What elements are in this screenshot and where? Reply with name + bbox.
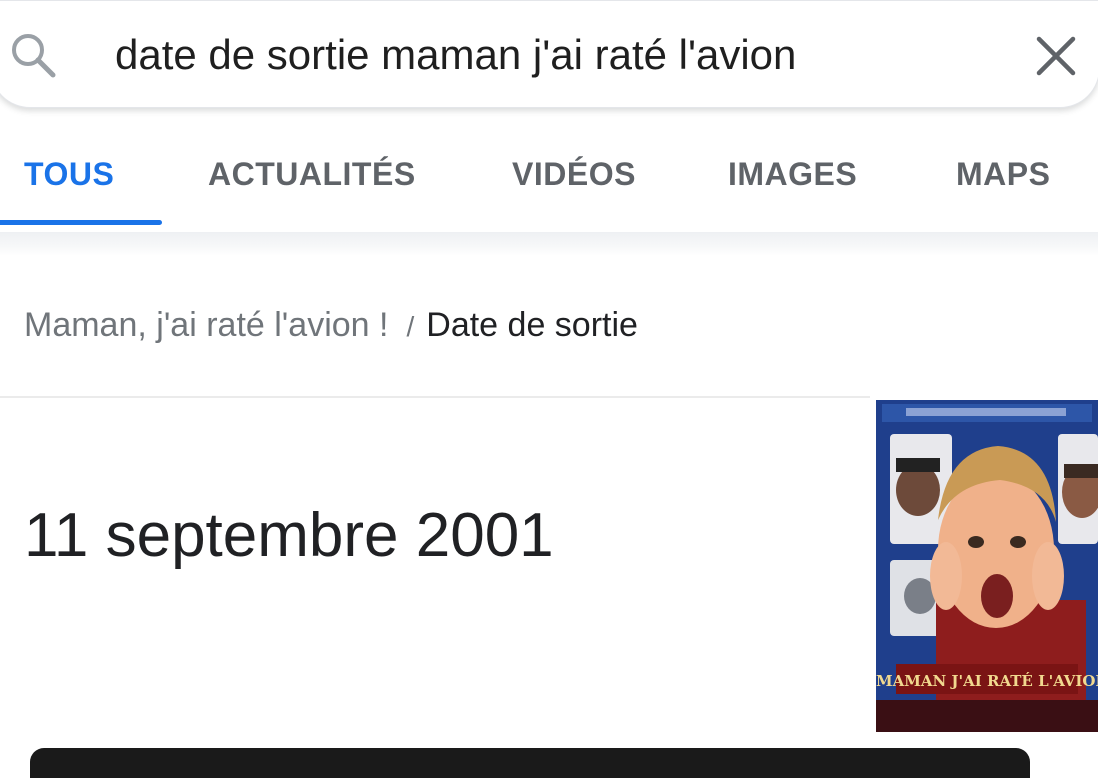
movie-poster-image[interactable]: MAMAN J'AI RATÉ L'AVION	[876, 400, 1098, 732]
breadcrumb-parent-link[interactable]: Maman, j'ai raté l'avion !	[24, 306, 388, 344]
divider	[0, 396, 870, 398]
tab-tous[interactable]: TOUS	[24, 156, 114, 193]
answer-release-date: 11 septembre 2001	[24, 501, 554, 570]
poster-title-text: MAMAN J'AI RATÉ L'AVION	[876, 672, 1098, 690]
tab-videos[interactable]: VIDÉOS	[512, 156, 636, 193]
active-tab-indicator	[0, 220, 162, 225]
tabs-divider	[0, 232, 1098, 256]
tab-actualites[interactable]: ACTUALITÉS	[208, 156, 416, 193]
tab-maps[interactable]: MAPS	[956, 156, 1050, 193]
tab-images[interactable]: IMAGES	[728, 156, 857, 193]
search-input[interactable]: date de sortie maman j'ai raté l'avion	[115, 29, 796, 81]
search-tabs: TOUS ACTUALITÉS VIDÉOS IMAGES MAPS	[0, 140, 1098, 230]
search-icon[interactable]	[7, 29, 59, 81]
search-bar[interactable]: date de sortie maman j'ai raté l'avion	[0, 0, 1098, 108]
breadcrumb-separator: /	[406, 311, 415, 342]
breadcrumb-current: Date de sortie	[426, 306, 638, 344]
breadcrumb: Maman, j'ai raté l'avion ! / Date de sorti…	[24, 303, 638, 349]
bottom-bar	[30, 748, 1030, 778]
close-icon[interactable]	[1035, 35, 1077, 77]
